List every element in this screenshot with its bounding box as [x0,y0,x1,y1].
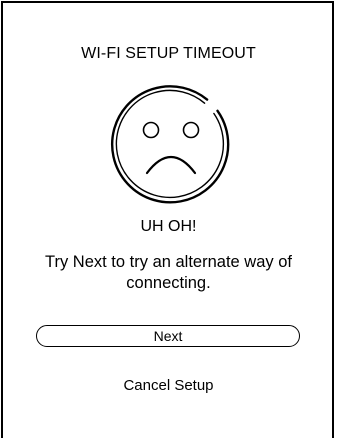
face-outline-inner [115,89,225,199]
right-eye [182,121,200,139]
screen-title: WI-FI SETUP TIMEOUT [81,45,256,62]
error-message: Try Next to try an alternate way of conn… [45,253,292,292]
face-outline [110,85,230,204]
left-eye [142,121,160,139]
cancel-setup-button[interactable]: Cancel Setup [0,377,337,394]
frown-mouth [145,156,197,175]
error-heading: UH OH! [140,218,197,235]
next-button[interactable]: Next [36,325,300,347]
sad-face-icon [110,85,230,204]
